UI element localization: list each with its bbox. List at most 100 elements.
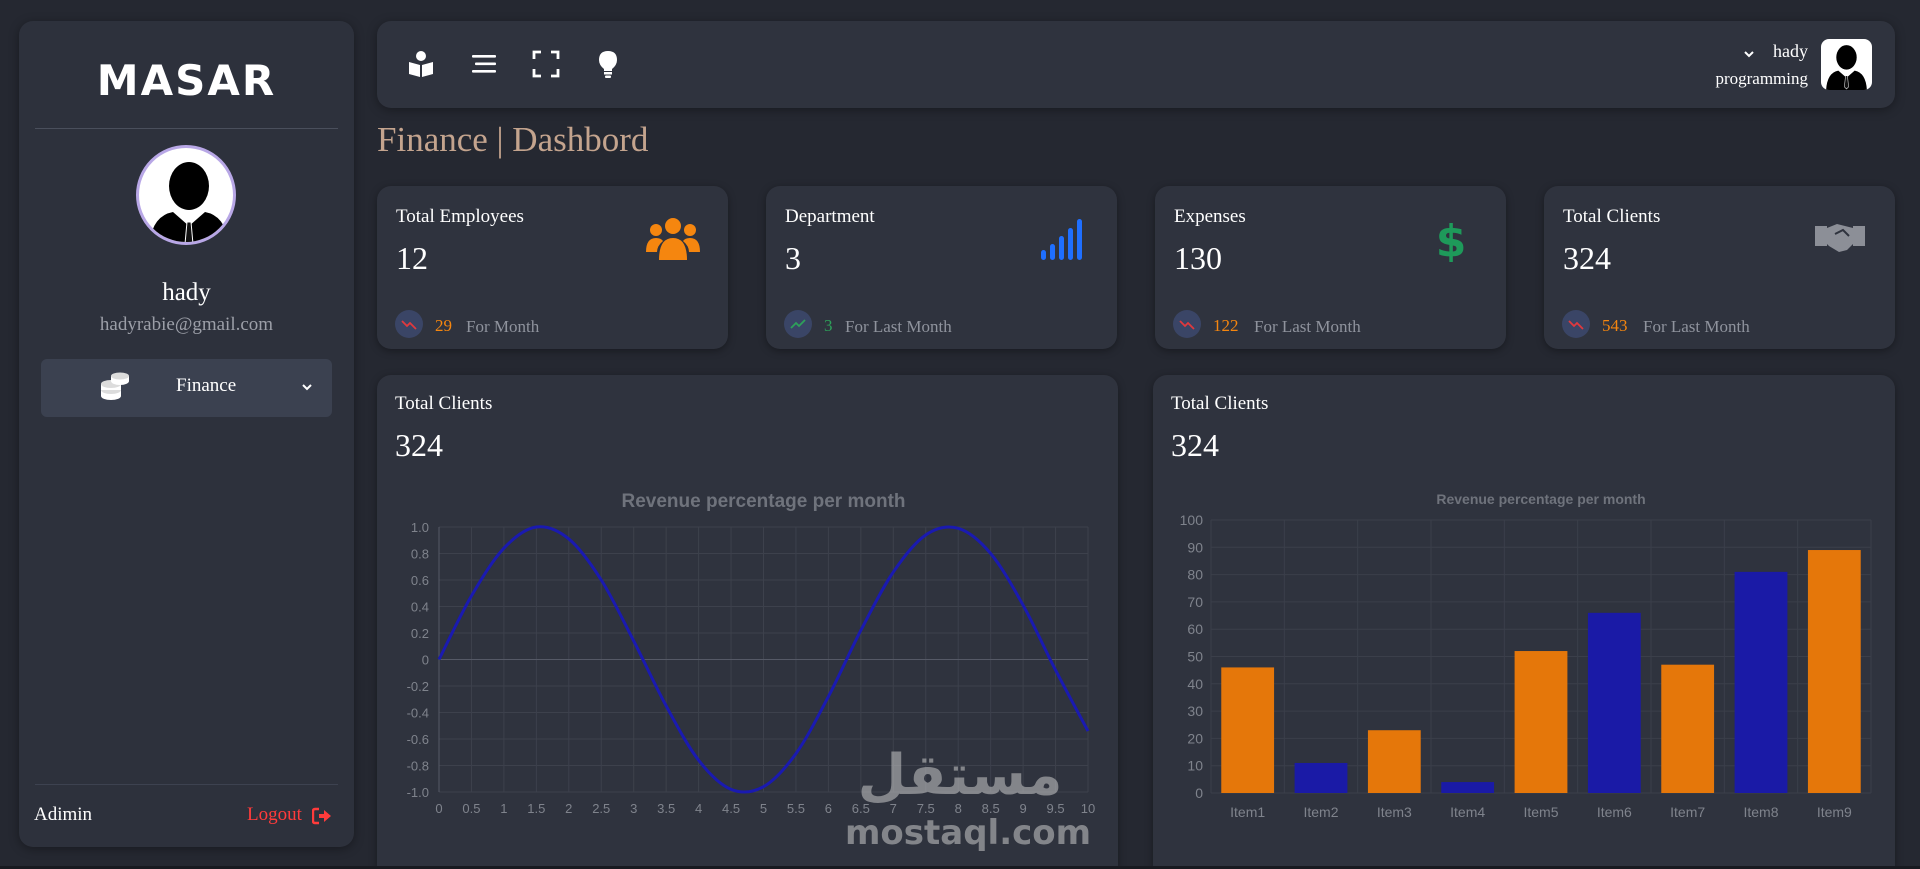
- logout-link[interactable]: Logout: [247, 804, 302, 826]
- sidebar-item-finance[interactable]: Finance: [41, 359, 332, 417]
- y-tick-label: -0.8: [407, 759, 429, 774]
- stat-period: For Last Month: [1643, 317, 1750, 336]
- person-silhouette-icon: [1826, 45, 1867, 90]
- user-name: hady: [1773, 41, 1808, 61]
- stat-delta: 29: [435, 316, 452, 335]
- x-tick-label: 5: [760, 801, 767, 816]
- y-tick-label: 60: [1187, 621, 1203, 637]
- lightbulb-icon[interactable]: [593, 49, 623, 79]
- trend-down-icon: [395, 310, 423, 338]
- stat-title: Department: [785, 206, 875, 227]
- y-tick-label: 40: [1187, 676, 1203, 692]
- stat-card-clients: Total Clients 324 543 For Last Month: [1544, 186, 1895, 349]
- x-tick-label: 2: [565, 801, 572, 816]
- stat-card-employees: Total Employees 12 29 For Month: [377, 186, 728, 349]
- x-tick-label: 5.5: [787, 801, 805, 816]
- watermark-arabic: مستقل: [857, 743, 1063, 808]
- user-role: programming: [1715, 69, 1808, 88]
- bar: [1734, 571, 1788, 793]
- page-title: Finance | Dashbord: [377, 120, 649, 159]
- stat-delta: 3: [824, 316, 833, 335]
- x-tick-label: Item1: [1230, 804, 1265, 820]
- chevron-down-icon[interactable]: [1743, 48, 1755, 60]
- x-tick-label: Item4: [1450, 804, 1485, 820]
- y-tick-label: 10: [1187, 758, 1203, 774]
- y-tick-label: -0.4: [407, 706, 429, 721]
- x-tick-label: Item7: [1670, 804, 1705, 820]
- y-tick-label: -0.2: [407, 679, 429, 694]
- bar: [1221, 667, 1275, 793]
- y-tick-label: 50: [1187, 649, 1203, 665]
- profile-name: hady: [162, 279, 211, 306]
- footer-user-role: Adimin: [34, 804, 93, 825]
- x-tick-label: 3.5: [657, 801, 675, 816]
- person-silhouette-icon: [149, 162, 229, 242]
- top-navbar: hady programming: [377, 21, 1895, 108]
- y-tick-label: 0.2: [411, 626, 429, 641]
- stat-card-department: Department 3 3 For Last Month: [766, 186, 1117, 349]
- bar: [1807, 550, 1861, 793]
- y-tick-label: 80: [1187, 567, 1203, 583]
- x-tick-label: 0.5: [462, 801, 480, 816]
- chart-title: Revenue percentage per month: [621, 491, 905, 512]
- stat-period: For Last Month: [1254, 317, 1361, 336]
- sign-out-icon[interactable]: [312, 806, 332, 826]
- y-tick-label: 0.4: [411, 600, 429, 615]
- dollar-icon: $: [1436, 216, 1467, 262]
- menu-icon[interactable]: [469, 49, 499, 79]
- stat-value: 130: [1174, 240, 1222, 276]
- users-icon: [646, 218, 700, 260]
- watermark: مستقل mostaql.com: [845, 743, 1091, 855]
- x-tick-label: 1: [500, 801, 507, 816]
- y-tick-label: 20: [1187, 730, 1203, 746]
- stat-value: 324: [1563, 240, 1611, 276]
- x-tick-label: Item5: [1523, 804, 1558, 820]
- logo-text: MASAR: [96, 56, 277, 105]
- bar: [1294, 762, 1348, 793]
- svg-text:$: $: [1436, 216, 1467, 262]
- stat-period: For Month: [466, 317, 540, 336]
- y-tick-label: 100: [1180, 512, 1204, 528]
- y-tick-label: 1.0: [411, 520, 429, 535]
- x-tick-label: 4.5: [722, 801, 740, 816]
- y-tick-label: -1.0: [407, 785, 429, 800]
- x-tick-label: Item2: [1303, 804, 1338, 820]
- stat-card-expenses: Expenses 130 $ 122 For Last Month: [1155, 186, 1506, 349]
- handshake-icon: [1815, 224, 1865, 252]
- y-tick-label: 0: [1195, 785, 1203, 801]
- book-reader-icon[interactable]: [406, 49, 436, 79]
- x-tick-label: 2.5: [592, 801, 610, 816]
- bar-chart: Revenue percentage per month100908070605…: [1180, 491, 1872, 820]
- user-avatar[interactable]: [1821, 39, 1872, 90]
- y-tick-label: 30: [1187, 703, 1203, 719]
- x-tick-label: Item9: [1817, 804, 1852, 820]
- stat-title: Total Clients: [1563, 206, 1661, 227]
- x-tick-label: 1.5: [527, 801, 545, 816]
- sidebar-item-label: Finance: [176, 375, 237, 396]
- x-tick-label: 6: [825, 801, 832, 816]
- fullscreen-icon[interactable]: [531, 49, 561, 79]
- x-tick-label: Item6: [1597, 804, 1632, 820]
- chevron-down-icon: [302, 384, 312, 391]
- trend-up-icon: [784, 310, 812, 338]
- y-tick-label: 0.8: [411, 547, 429, 562]
- x-tick-label: 0: [435, 801, 442, 816]
- stat-delta: 543: [1602, 316, 1628, 335]
- profile-email: hadyrabie@gmail.com: [99, 314, 274, 335]
- x-tick-label: 4: [695, 801, 702, 816]
- trend-down-icon: [1173, 310, 1201, 338]
- sidebar: MASAR hady hadyrabie@gmail.com Finance A…: [19, 21, 354, 847]
- y-tick-label: 90: [1187, 539, 1203, 555]
- chart-card-bar: Total Clients 324 Revenue percentage per…: [1153, 375, 1895, 869]
- stat-value: 3: [785, 240, 801, 276]
- bar: [1587, 612, 1641, 793]
- x-tick-label: 3: [630, 801, 637, 816]
- stat-title: Total Employees: [396, 206, 524, 227]
- profile-avatar: [136, 145, 236, 245]
- signal-bars-icon: [1041, 219, 1082, 260]
- y-tick-label: 0: [422, 653, 429, 668]
- logo[interactable]: MASAR: [19, 60, 354, 102]
- x-tick-label: Item3: [1377, 804, 1412, 820]
- trend-down-icon: [1562, 310, 1590, 338]
- x-tick-label: Item8: [1743, 804, 1778, 820]
